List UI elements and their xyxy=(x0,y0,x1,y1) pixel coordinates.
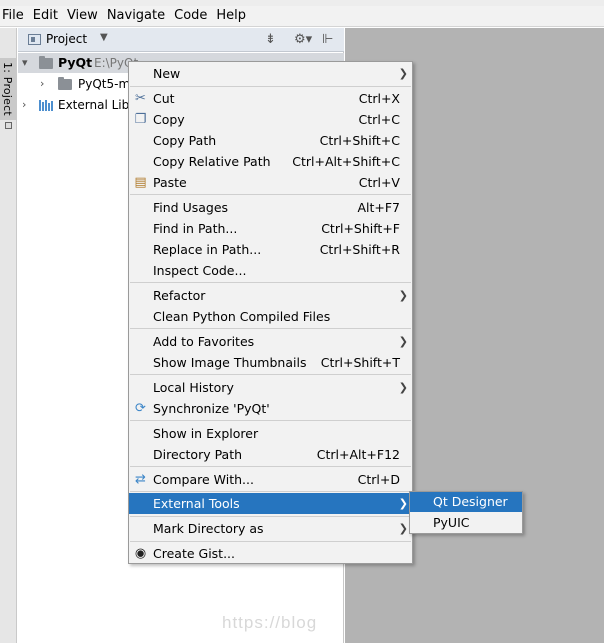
paste-icon: ▤ xyxy=(134,175,147,190)
submenu-arrow-icon: ❯ xyxy=(398,335,408,348)
project-tool-tab-label: 1: Project xyxy=(1,62,14,116)
menu-item-find-in-path[interactable]: Find in Path... Ctrl+Shift+F xyxy=(129,218,412,239)
copy-icon: ❐ xyxy=(134,112,147,127)
menu-separator xyxy=(130,491,411,492)
menu-item-refactor[interactable]: Refactor ❯ xyxy=(129,285,412,306)
project-panel-title[interactable]: Project xyxy=(46,32,87,46)
external-tools-submenu: Qt Designer PyUIC xyxy=(409,491,523,534)
menu-item-synchronize[interactable]: ⟳ Synchronize 'PyQt' xyxy=(129,398,412,419)
menu-item-create-gist[interactable]: ◉ Create Gist... xyxy=(129,543,412,564)
menu-navigate[interactable]: Navigate xyxy=(105,6,169,26)
context-menu: New ❯ ✂ Cut Ctrl+X ❐ Copy Ctrl+C Copy Pa… xyxy=(128,61,413,564)
menu-code[interactable]: Code xyxy=(172,6,211,26)
menu-view[interactable]: View xyxy=(65,6,102,26)
project-view-icon xyxy=(28,34,41,45)
collapse-arrow-icon[interactable]: › xyxy=(40,74,44,94)
submenu-item-pyuic[interactable]: PyUIC xyxy=(410,513,522,533)
menu-item-copy[interactable]: ❐ Copy Ctrl+C xyxy=(129,109,412,130)
main-menu-bar: File Edit View Navigate Code Help xyxy=(0,6,604,27)
hide-panel-icon[interactable]: ⊩ xyxy=(322,32,333,47)
menu-item-external-tools[interactable]: External Tools ❯ xyxy=(129,493,412,514)
project-panel-header: Project ▼ ⇟ ⚙▾ ⊩ xyxy=(18,28,344,52)
menu-item-add-to-favorites[interactable]: Add to Favorites ❯ xyxy=(129,331,412,352)
menu-item-compare-with[interactable]: ⇄ Compare With... Ctrl+D xyxy=(129,469,412,490)
collapse-arrow-icon[interactable]: › xyxy=(22,95,26,115)
chevron-down-icon[interactable]: ▼ xyxy=(100,32,108,43)
menu-item-clean-compiled[interactable]: Clean Python Compiled Files xyxy=(129,306,412,327)
structure-icon[interactable] xyxy=(5,122,12,129)
menu-separator xyxy=(130,282,411,283)
tool-window-stripe: 1: Project xyxy=(0,28,17,643)
menu-item-show-image-thumbnails[interactable]: Show Image Thumbnails Ctrl+Shift+T xyxy=(129,352,412,373)
menu-item-find-usages[interactable]: Find Usages Alt+F7 xyxy=(129,197,412,218)
library-icon xyxy=(39,100,53,111)
project-tool-tab[interactable]: 1: Project xyxy=(0,58,17,120)
menu-edit[interactable]: Edit xyxy=(31,6,62,26)
menu-item-cut[interactable]: ✂ Cut Ctrl+X xyxy=(129,88,412,109)
watermark: https://blog xyxy=(222,613,318,632)
submenu-arrow-icon: ❯ xyxy=(398,289,408,302)
menu-item-inspect-code[interactable]: Inspect Code... xyxy=(129,260,412,281)
gear-icon[interactable]: ⚙▾ xyxy=(294,32,312,47)
tree-node-label: PyQt5-m xyxy=(78,77,131,91)
menu-item-new[interactable]: New ❯ xyxy=(129,63,412,84)
submenu-arrow-icon: ❯ xyxy=(398,67,408,80)
menu-item-copy-path[interactable]: Copy Path Ctrl+Shift+C xyxy=(129,130,412,151)
tree-node-label: External Libr xyxy=(58,98,135,112)
sync-icon: ⟳ xyxy=(135,401,146,416)
folder-icon xyxy=(58,77,72,90)
submenu-arrow-icon: ❯ xyxy=(398,522,408,535)
menu-separator xyxy=(130,194,411,195)
menu-separator xyxy=(130,86,411,87)
menu-item-show-in-explorer[interactable]: Show in Explorer xyxy=(129,423,412,444)
menu-item-mark-directory[interactable]: Mark Directory as ❯ xyxy=(129,518,412,539)
menu-separator xyxy=(130,374,411,375)
menu-file[interactable]: File xyxy=(0,6,28,26)
tree-node-label: PyQt xyxy=(58,55,93,70)
collapse-all-icon[interactable]: ⇟ xyxy=(265,32,276,47)
compare-icon: ⇄ xyxy=(135,472,146,487)
menu-item-copy-relative-path[interactable]: Copy Relative Path Ctrl+Alt+Shift+C xyxy=(129,151,412,172)
submenu-arrow-icon: ❯ xyxy=(398,381,408,394)
menu-help[interactable]: Help xyxy=(214,6,250,26)
menu-item-local-history[interactable]: Local History ❯ xyxy=(129,377,412,398)
submenu-item-qt-designer[interactable]: Qt Designer xyxy=(410,492,522,512)
menu-separator xyxy=(130,541,411,542)
menu-item-directory-path[interactable]: Directory Path Ctrl+Alt+F12 xyxy=(129,444,412,465)
github-icon: ◉ xyxy=(134,546,147,561)
menu-separator xyxy=(130,328,411,329)
submenu-arrow-icon: ❯ xyxy=(398,497,408,510)
menu-item-paste[interactable]: ▤ Paste Ctrl+V xyxy=(129,172,412,193)
menu-separator xyxy=(130,516,411,517)
scissors-icon: ✂ xyxy=(135,91,146,106)
folder-icon xyxy=(39,56,53,69)
menu-separator xyxy=(130,420,411,421)
menu-item-replace-in-path[interactable]: Replace in Path... Ctrl+Shift+R xyxy=(129,239,412,260)
menu-separator xyxy=(130,466,411,467)
expand-arrow-icon[interactable]: ▾ xyxy=(22,53,28,73)
